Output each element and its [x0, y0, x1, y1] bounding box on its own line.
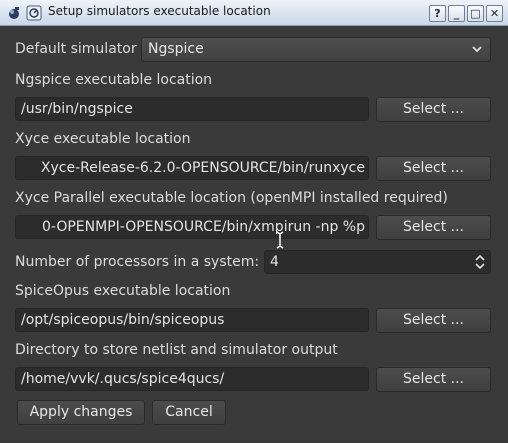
xyce-select-button[interactable]: Select ... — [376, 156, 491, 181]
processors-label: Number of processors in a system: — [15, 254, 260, 270]
processors-value: 4 — [270, 254, 279, 270]
window-title: Setup simulators executable location — [48, 4, 271, 18]
spiceopus-path-input[interactable]: /opt/spiceopus/bin/spiceopus — [15, 308, 369, 332]
ngspice-select-button[interactable]: Select ... — [376, 97, 491, 122]
netlist-dir-label: Directory to store netlist and simulator… — [15, 342, 338, 358]
xyce-parallel-label: Xyce Parallel executable location (openM… — [15, 190, 448, 206]
ngspice-path-input[interactable]: /usr/bin/ngspice — [15, 97, 369, 121]
minimize-button[interactable]: _ — [448, 5, 465, 22]
app-menu-icon[interactable] — [6, 5, 22, 21]
pin-icon[interactable] — [26, 5, 42, 21]
netlist-dir-input[interactable]: /home/vvk/.qucs/spice4qucs/ — [15, 367, 369, 391]
title-bar: Setup simulators executable location ? _… — [0, 0, 508, 26]
processors-spinbox[interactable]: 4 — [264, 250, 491, 274]
cancel-button[interactable]: Cancel — [152, 400, 226, 425]
close-button[interactable]: ✕ — [486, 5, 503, 22]
chevron-down-icon — [471, 38, 483, 69]
xyce-path-input[interactable]: Xyce-Release-6.2.0-OPENSOURCE/bin/runxyc… — [15, 156, 369, 180]
ngspice-label: Ngspice executable location — [15, 72, 213, 88]
default-simulator-label: Default simulator — [15, 41, 137, 57]
text-cursor-icon — [276, 231, 284, 249]
xyce-label: Xyce executable location — [15, 131, 191, 147]
default-simulator-value: Ngspice — [148, 41, 204, 57]
spiceopus-select-button[interactable]: Select ... — [376, 308, 491, 333]
default-simulator-combo[interactable]: Ngspice — [141, 37, 491, 62]
xyce-parallel-path-input[interactable]: 0-OPENMPI-OPENSOURCE/bin/xmpirun -np %p — [15, 215, 369, 239]
maximize-button[interactable]: □ — [467, 5, 484, 22]
help-button[interactable]: ? — [429, 5, 446, 22]
spiceopus-label: SpiceOpus executable location — [15, 283, 231, 299]
spin-arrows-icon[interactable] — [475, 252, 485, 272]
xyce-parallel-select-button[interactable]: Select ... — [376, 215, 491, 240]
apply-changes-button[interactable]: Apply changes — [17, 400, 145, 425]
netlist-dir-select-button[interactable]: Select ... — [376, 367, 491, 392]
